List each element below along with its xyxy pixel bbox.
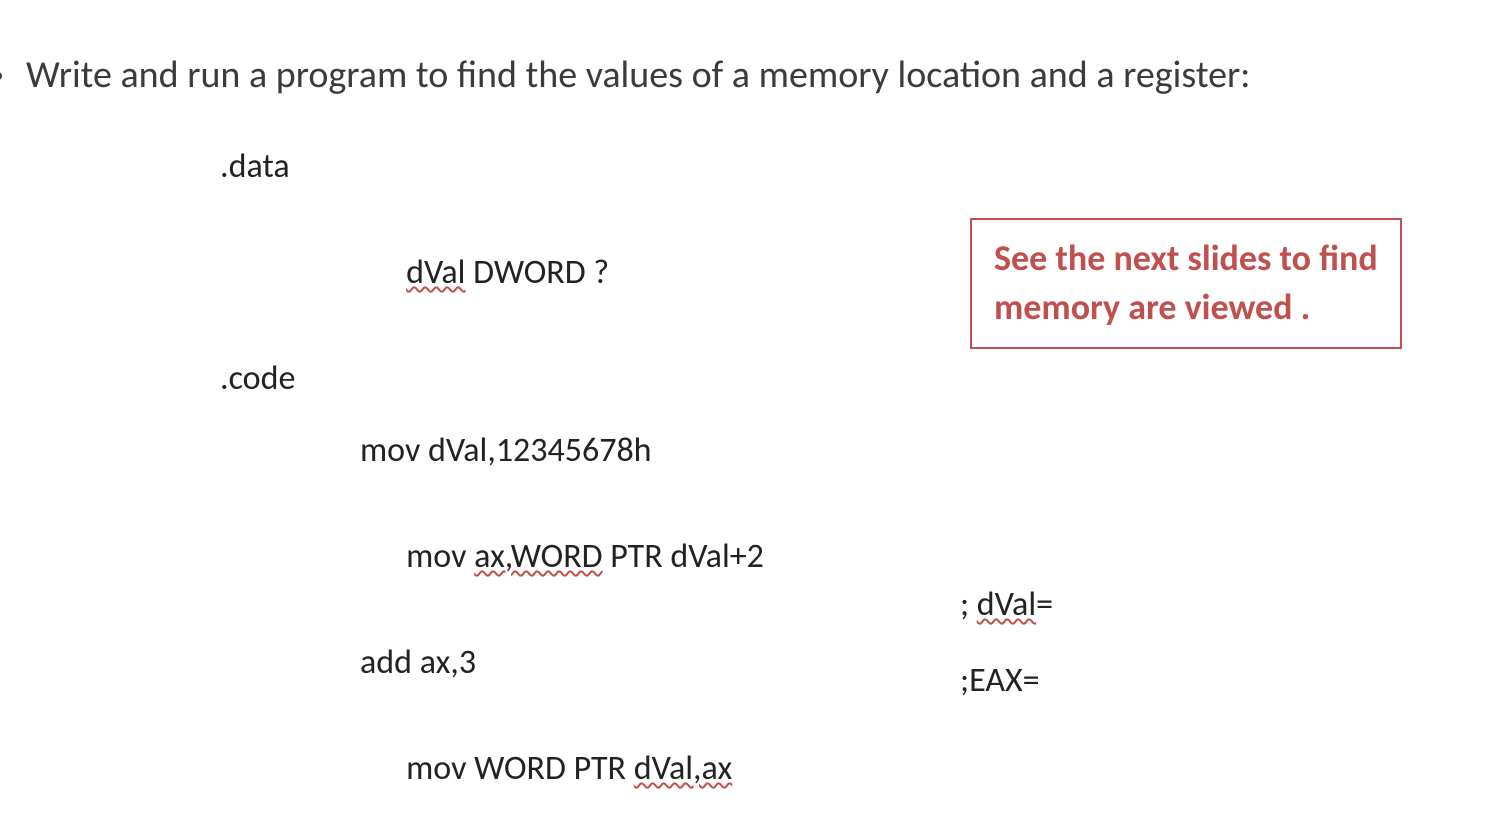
bullet-dot-icon (0, 72, 2, 80)
spellcheck-squiggle: dVal (977, 584, 1036, 625)
bullet-text: Write and run a program to find the valu… (26, 52, 1250, 100)
comment-text: = (1036, 584, 1053, 625)
callout-box: See the next slides to find memory are v… (970, 218, 1402, 349)
code-section-data: .data (220, 150, 764, 184)
code-text: DWORD ? (465, 252, 609, 293)
callout-line-2: memory are viewed . (994, 283, 1378, 332)
code-comment-2: ;EAX= (960, 660, 1040, 701)
spellcheck-squiggle: ax,WORD (474, 536, 602, 577)
code-line-2: mov ax,WORD PTR dVal+2 (220, 506, 764, 608)
slide: Write and run a program to find the valu… (0, 0, 1492, 840)
code-comment-1: ; dVal= (960, 584, 1053, 625)
callout-line-1: See the next slides to find (994, 234, 1378, 283)
code-section-code: .code (220, 362, 764, 396)
code-line-4: mov WORD PTR dVal,ax (220, 718, 764, 820)
code-line-3: add ax,3 (220, 646, 764, 680)
code-text: mov (406, 536, 474, 577)
code-block: .data dVal DWORD ? .code mov dVal,123456… (220, 150, 764, 840)
spellcheck-squiggle: dVal (406, 252, 465, 293)
comment-text: ; (960, 584, 977, 625)
bullet-item: Write and run a program to find the valu… (0, 52, 1250, 100)
code-decl-dval: dVal DWORD ? (220, 222, 764, 324)
code-text: mov WORD PTR (406, 748, 634, 789)
spellcheck-squiggle: dVal,ax (634, 748, 733, 789)
code-text: PTR dVal+2 (603, 536, 764, 577)
code-line-1: mov dVal,12345678h (220, 434, 764, 468)
